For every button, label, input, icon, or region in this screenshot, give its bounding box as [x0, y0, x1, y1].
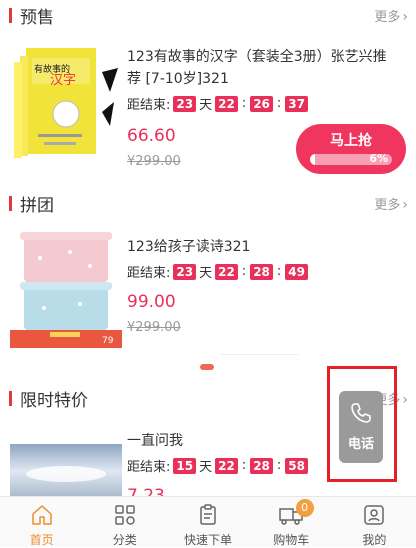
countdown-label: 距结束: [127, 98, 171, 113]
section-marker [9, 7, 12, 23]
call-label: 电话 [347, 437, 374, 452]
group-product[interactable]: 79 123给孩子读诗321 距结束: 23 天 22 : 28 : 49 99… [0, 228, 416, 358]
more-label: 更多 [374, 197, 401, 213]
storage-box-image: 79 [10, 232, 122, 348]
tab-label: 首页 [29, 533, 54, 547]
tab-cart[interactable]: 0 购物车 [250, 497, 333, 547]
countdown-separator: : [276, 264, 282, 279]
countdown-seconds: 37 [285, 95, 308, 112]
sale-progress-text: 6% [369, 154, 388, 165]
section-marker [9, 390, 12, 406]
product-image[interactable]: 79 [10, 228, 122, 348]
quick-order-icon [200, 504, 216, 525]
countdown-separator: : [276, 458, 282, 473]
sale-progress-fill [310, 154, 315, 165]
countdown-separator: : [276, 96, 282, 111]
sale-progress-bar: 6% [310, 154, 392, 165]
countdown-days: 23 [173, 95, 197, 112]
product-name: 123有故事的汉字（套装全3册）张艺兴推荐 [7-10岁]321 [127, 49, 387, 87]
tab-label: 快速下单 [184, 533, 233, 547]
presale-title: 预售 [20, 7, 54, 28]
countdown-hours: 22 [215, 457, 238, 474]
sky-image [10, 444, 122, 498]
product-image[interactable] [10, 444, 122, 498]
tab-label: 分类 [112, 533, 137, 547]
flash-title: 限时特价 [20, 390, 88, 411]
day-unit: 天 [199, 266, 213, 281]
day-unit: 天 [199, 98, 213, 113]
countdown-hours: 22 [215, 263, 238, 280]
presale-more-link[interactable]: 更多 › [374, 6, 408, 25]
category-icon [115, 505, 135, 525]
countdown-separator: : [241, 264, 247, 279]
presale-section-header: 预售 更多 › [0, 0, 416, 30]
day-unit: 天 [199, 460, 213, 475]
countdown-label: 距结束: [127, 266, 171, 281]
section-marker [9, 195, 12, 211]
tab-category[interactable]: 分类 [83, 497, 166, 547]
tab-profile[interactable]: 我的 [333, 497, 416, 547]
countdown-separator: : [241, 458, 247, 473]
more-label: 更多 [374, 9, 401, 25]
tab-home[interactable]: 首页 [0, 497, 83, 547]
tab-quick-order[interactable]: 快速下单 [166, 497, 249, 547]
phone-icon [351, 403, 371, 423]
countdown-days: 23 [173, 263, 197, 280]
svg-text:汉字: 汉字 [50, 73, 76, 88]
countdown-seconds: 58 [285, 457, 308, 474]
presale-product[interactable]: 有故事的 汉字 123有故事的汉字（套装全3册）张艺兴推荐 [7-10岁]321… [0, 40, 416, 180]
countdown: 距结束: 23 天 22 : 26 : 37 [127, 94, 311, 113]
home-icon [31, 505, 52, 525]
countdown-days: 15 [173, 457, 197, 474]
tab-label: 购物车 [273, 533, 310, 547]
product-name: 123给孩子读诗321 [127, 239, 251, 255]
bottom-tab-bar: 首页 分类 快速下单 0 购物车 我的 [0, 496, 416, 547]
group-title: 拼团 [20, 195, 54, 216]
buy-now-button[interactable]: 马上抢 6% [296, 124, 406, 174]
countdown-minutes: 28 [250, 457, 273, 474]
product-price: 66.60 [127, 126, 176, 146]
banner-price: 79 [102, 336, 114, 346]
countdown-minutes: 26 [250, 95, 273, 112]
original-price: ¥299.00 [127, 320, 181, 335]
chevron-right-icon: › [402, 391, 408, 408]
product-image[interactable]: 有故事的 汉字 [10, 42, 122, 182]
original-price: ¥299.00 [127, 154, 181, 169]
buy-now-label: 马上抢 [330, 133, 372, 149]
countdown-minutes: 28 [250, 263, 273, 280]
cart-count-badge: 0 [295, 499, 314, 517]
group-section-header: 拼团 更多 › [0, 188, 416, 218]
countdown-hours: 22 [215, 95, 238, 112]
countdown: 距结束: 15 天 22 : 28 : 58 [127, 456, 311, 475]
tab-label: 我的 [362, 533, 387, 547]
countdown-label: 距结束: [127, 460, 171, 475]
countdown-separator: : [241, 96, 247, 111]
carousel-dot-active[interactable] [200, 364, 214, 370]
floating-call-highlight: 电话 [327, 366, 397, 482]
countdown: 距结束: 23 天 22 : 28 : 49 [127, 262, 311, 281]
product-price: 99.00 [127, 292, 176, 312]
chevron-right-icon: › [402, 8, 408, 25]
call-button[interactable]: 电话 [339, 391, 383, 463]
divider [220, 354, 298, 355]
profile-icon [364, 505, 385, 525]
group-more-link[interactable]: 更多 › [374, 194, 408, 213]
countdown-seconds: 49 [285, 263, 308, 280]
book-cover-image: 有故事的 汉字 [14, 48, 118, 158]
chevron-right-icon: › [402, 196, 408, 213]
